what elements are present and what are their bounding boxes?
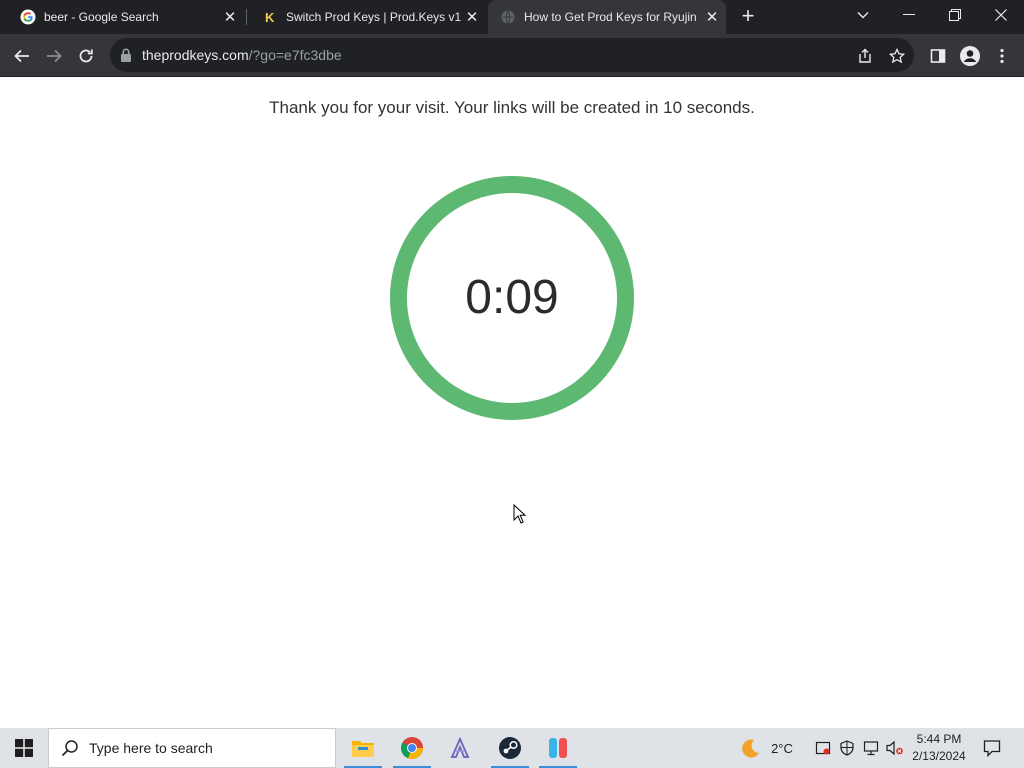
- taskbar-app-switch[interactable]: [535, 728, 581, 768]
- tab-title: beer - Google Search: [44, 10, 159, 24]
- address-bar[interactable]: theprodkeys.com/?go=e7fc3dbe: [110, 38, 914, 72]
- reload-icon: [79, 49, 93, 63]
- tab-search-button[interactable]: [840, 0, 886, 30]
- chrome-icon: [400, 737, 424, 760]
- windows-taskbar: Type here to search 2°C 5:44 PM 2/13/202…: [0, 728, 1024, 768]
- chevron-down-icon: [857, 12, 869, 19]
- clock-time: 5:44 PM: [916, 732, 962, 746]
- moon-icon: [742, 739, 759, 758]
- weather-temperature[interactable]: 2°C: [766, 728, 798, 768]
- windows-logo-icon: [15, 739, 33, 757]
- notifications-button[interactable]: [980, 728, 1004, 768]
- search-icon: [61, 739, 79, 757]
- tab-title: How to Get Prod Keys for Ryujin: [524, 10, 697, 24]
- taskbar-search-box[interactable]: Type here to search: [48, 728, 336, 768]
- tab-strip: beer - Google Search ✕ K Switch Prod Key…: [0, 0, 1024, 34]
- side-panel-icon: [930, 49, 946, 63]
- tab-google-search[interactable]: beer - Google Search ✕: [8, 0, 244, 34]
- close-icon[interactable]: ✕: [220, 7, 240, 27]
- restore-button[interactable]: [932, 0, 978, 30]
- minimize-button[interactable]: [886, 0, 932, 30]
- weather-widget[interactable]: [736, 728, 764, 768]
- tray-icon-volume[interactable]: [884, 728, 906, 768]
- taskbar-app-chrome[interactable]: [389, 728, 435, 768]
- mouse-pointer-icon: [513, 503, 527, 529]
- profile-avatar-icon: [960, 46, 980, 66]
- close-icon[interactable]: ✕: [462, 7, 482, 27]
- k-icon: K: [262, 9, 278, 25]
- tray-app-icon: [815, 741, 831, 755]
- tray-icon-security[interactable]: [836, 728, 858, 768]
- profile-button[interactable]: [956, 42, 984, 70]
- url-text: theprodkeys.com/?go=e7fc3dbe: [142, 47, 342, 63]
- forward-button[interactable]: [40, 42, 68, 70]
- notification-icon: [983, 740, 1001, 757]
- close-icon[interactable]: ✕: [702, 7, 722, 27]
- back-button[interactable]: [8, 42, 36, 70]
- start-button[interactable]: [0, 728, 48, 768]
- reload-button[interactable]: [72, 42, 100, 70]
- share-icon: [859, 48, 871, 63]
- tray-icon-app[interactable]: [812, 728, 834, 768]
- side-panel-button[interactable]: [924, 42, 952, 70]
- tab-title: Switch Prod Keys | Prod.Keys v17: [286, 10, 462, 24]
- clock-date: 2/13/2024: [912, 749, 966, 763]
- file-explorer-icon: [352, 741, 374, 757]
- menu-button[interactable]: [988, 42, 1016, 70]
- tray-icon-network[interactable]: [860, 728, 882, 768]
- share-button[interactable]: [855, 46, 875, 66]
- visit-message: Thank you for your visit. Your links wil…: [269, 98, 755, 117]
- star-icon: [889, 48, 905, 64]
- app-icon: [450, 737, 470, 758]
- arrow-left-icon: [14, 49, 29, 63]
- taskbar-app-file-explorer[interactable]: [340, 728, 386, 768]
- minimize-icon: [903, 14, 915, 15]
- tab-switch-prod-keys[interactable]: K Switch Prod Keys | Prod.Keys v17 ✕: [250, 0, 486, 34]
- steam-icon: [499, 737, 521, 759]
- shield-icon: [840, 740, 854, 756]
- more-vertical-icon: [1000, 48, 1004, 64]
- url-host: theprodkeys.com: [142, 47, 249, 63]
- temperature-text: 2°C: [771, 740, 793, 756]
- tab-ryujinx-prod-keys[interactable]: How to Get Prod Keys for Ryujin ✕: [488, 0, 726, 34]
- search-placeholder: Type here to search: [89, 740, 213, 756]
- arrow-right-icon: [47, 49, 62, 63]
- network-icon: [863, 741, 879, 756]
- taskbar-clock[interactable]: 5:44 PM 2/13/2024: [906, 731, 972, 765]
- new-tab-button[interactable]: +: [736, 5, 760, 29]
- close-window-button[interactable]: [978, 0, 1024, 30]
- browser-toolbar: theprodkeys.com/?go=e7fc3dbe: [0, 34, 1024, 77]
- taskbar-app-generic[interactable]: [437, 728, 483, 768]
- restore-icon: [949, 9, 961, 21]
- lock-icon: [120, 48, 132, 67]
- tab-separator: [246, 9, 247, 25]
- switch-icon: [549, 738, 567, 758]
- globe-icon: [500, 9, 516, 25]
- countdown-text: 0:09: [465, 271, 559, 324]
- volume-muted-icon: [886, 740, 903, 756]
- url-path: /?go=e7fc3dbe: [248, 47, 342, 63]
- page-content: Thank you for your visit. Your links wil…: [0, 78, 1024, 728]
- countdown-timer: 0:09: [390, 176, 634, 420]
- close-icon: [995, 9, 1007, 21]
- bookmark-button[interactable]: [887, 46, 907, 66]
- google-g-icon: [20, 9, 36, 25]
- svg-text:K: K: [265, 10, 275, 25]
- taskbar-app-steam[interactable]: [487, 728, 533, 768]
